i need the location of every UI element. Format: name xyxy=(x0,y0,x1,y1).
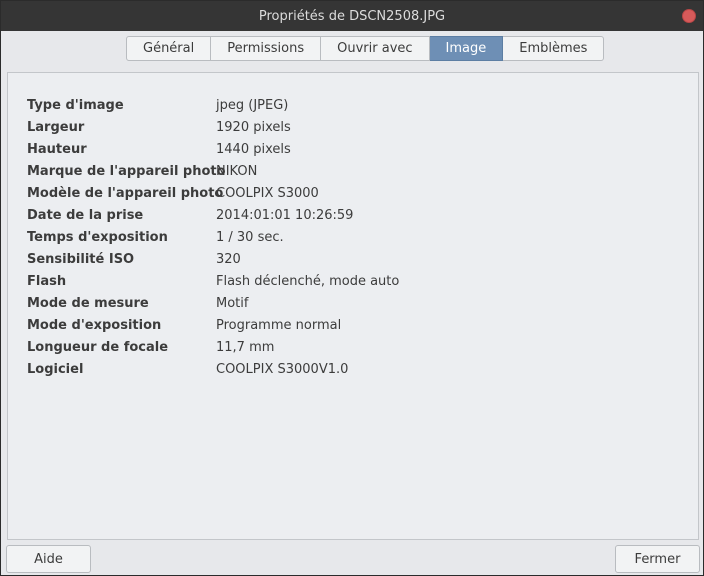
property-value: COOLPIX S3000V1.0 xyxy=(216,361,349,377)
property-key: Date de la prise xyxy=(27,207,144,223)
image-properties-panel: Type d'image jpeg (JPEG) Largeur 1920 pi… xyxy=(7,72,699,540)
property-key: Longueur de focale xyxy=(27,339,169,355)
window-title: Propriétés de DSCN2508.JPG xyxy=(258,8,446,24)
property-key: Temps d'exposition xyxy=(27,229,168,245)
property-value: 320 xyxy=(216,251,241,267)
property-row: Flash Flash déclenché, mode auto xyxy=(27,270,399,292)
property-row: Marque de l'appareil photo NIKON xyxy=(27,160,399,182)
property-row: Modèle de l'appareil photo COOLPIX S3000 xyxy=(27,182,399,204)
tab-open-with[interactable]: Ouvrir avec xyxy=(321,36,430,61)
tab-emblems[interactable]: Emblèmes xyxy=(503,36,605,61)
property-key: Marque de l'appareil photo xyxy=(27,163,226,179)
property-value: 1920 pixels xyxy=(216,119,291,135)
property-key: Hauteur xyxy=(27,141,87,157)
property-value: 1 / 30 sec. xyxy=(216,229,284,245)
property-row: Longueur de focale 11,7 mm xyxy=(27,336,399,358)
property-key: Logiciel xyxy=(27,361,84,377)
property-row: Type d'image jpeg (JPEG) xyxy=(27,94,399,116)
title-bar[interactable]: Propriétés de DSCN2508.JPG xyxy=(1,1,703,31)
property-value: 1440 pixels xyxy=(216,141,291,157)
tab-image[interactable]: Image xyxy=(429,36,504,61)
property-key: Sensibilité ISO xyxy=(27,251,135,267)
properties-dialog: Propriétés de DSCN2508.JPG Général Permi… xyxy=(0,0,704,576)
property-value: NIKON xyxy=(216,163,258,179)
property-key: Mode de mesure xyxy=(27,295,149,311)
property-row: Temps d'exposition 1 / 30 sec. xyxy=(27,226,399,248)
tab-general[interactable]: Général xyxy=(126,36,212,61)
property-value: 2014:01:01 10:26:59 xyxy=(216,207,354,223)
window-close-icon[interactable] xyxy=(682,9,696,23)
property-key: Modèle de l'appareil photo xyxy=(27,185,224,201)
property-value: COOLPIX S3000 xyxy=(216,185,319,201)
property-value: Flash déclenché, mode auto xyxy=(216,273,400,289)
property-row: Sensibilité ISO 320 xyxy=(27,248,399,270)
tab-bar: Général Permissions Ouvrir avec Image Em… xyxy=(126,36,605,61)
property-key: Largeur xyxy=(27,119,85,135)
property-row: Mode de mesure Motif xyxy=(27,292,399,314)
help-button[interactable]: Aide xyxy=(6,545,91,573)
properties-list: Type d'image jpeg (JPEG) Largeur 1920 pi… xyxy=(27,94,399,380)
property-row: Date de la prise 2014:01:01 10:26:59 xyxy=(27,204,399,226)
property-key: Flash xyxy=(27,273,67,289)
property-value: Programme normal xyxy=(216,317,342,333)
close-button[interactable]: Fermer xyxy=(615,545,700,573)
property-value: jpeg (JPEG) xyxy=(216,97,289,113)
property-row: Hauteur 1440 pixels xyxy=(27,138,399,160)
property-row: Largeur 1920 pixels xyxy=(27,116,399,138)
property-key: Mode d'exposition xyxy=(27,317,162,333)
property-value: 11,7 mm xyxy=(216,339,275,355)
property-row: Logiciel COOLPIX S3000V1.0 xyxy=(27,358,399,380)
tab-permissions[interactable]: Permissions xyxy=(211,36,322,61)
property-row: Mode d'exposition Programme normal xyxy=(27,314,399,336)
property-value: Motif xyxy=(216,295,249,311)
property-key: Type d'image xyxy=(27,97,124,113)
